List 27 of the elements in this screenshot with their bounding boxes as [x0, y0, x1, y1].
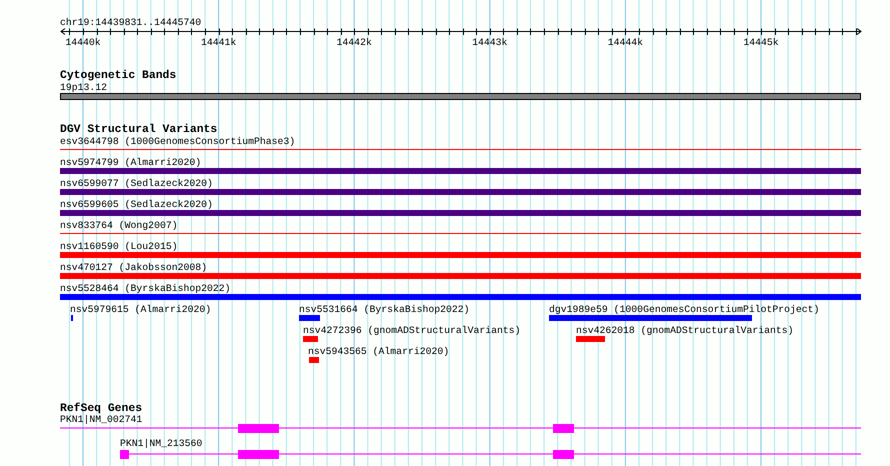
tick-label: 14442k [336, 37, 372, 48]
variant-label: nsv1160590 (Lou2015) [60, 241, 178, 252]
variant-label: nsv4272396 (gnomADStructuralVariants) [303, 325, 521, 336]
tick-label: 14445k [743, 37, 779, 48]
variant-label: nsv6599077 (Sedlazeck2020) [60, 178, 213, 189]
variant-label: nsv5974799 (Almarri2020) [60, 157, 202, 168]
track-title: DGV Structural Variants [60, 124, 218, 136]
transcript-label: PKN1|NM_002741 [60, 414, 142, 425]
track-title: RefSeq Genes [60, 403, 142, 415]
band-label: 19p13.12 [60, 82, 108, 93]
tick-label: 14444k [608, 37, 644, 48]
tick-label: 14441k [200, 37, 236, 48]
location-label: chr19:14439831..14445740 [60, 17, 202, 28]
track-title: Cytogenetic Bands [60, 70, 176, 82]
variant-label: nsv5979615 (Almarri2020) [70, 304, 212, 315]
variant-label: nsv470127 (Jakobsson2008) [60, 262, 207, 273]
variant-label: nsv5531664 (ByrskaBishop2022) [299, 304, 470, 315]
tick-label: 14440k [65, 37, 101, 48]
variant-label: nsv5528464 (ByrskaBishop2022) [60, 283, 230, 294]
variant-label: esv3644798 (1000GenomesConsortiumPhase3) [60, 136, 296, 147]
variant-label: nsv6599605 (Sedlazeck2020) [60, 199, 213, 210]
variant-label: dgv1989e59 (1000GenomesConsortiumPilotProject) [549, 304, 820, 315]
variant-label: nsv4262018 (gnomADStructuralVariants) [576, 325, 794, 336]
tick-label: 14443k [472, 37, 508, 48]
variant-label: nsv5943565 (Almarri2020) [308, 346, 450, 357]
transcript-label: PKN1|NM_213560 [120, 438, 202, 449]
variant-label: nsv833764 (Wong2007) [60, 220, 178, 231]
